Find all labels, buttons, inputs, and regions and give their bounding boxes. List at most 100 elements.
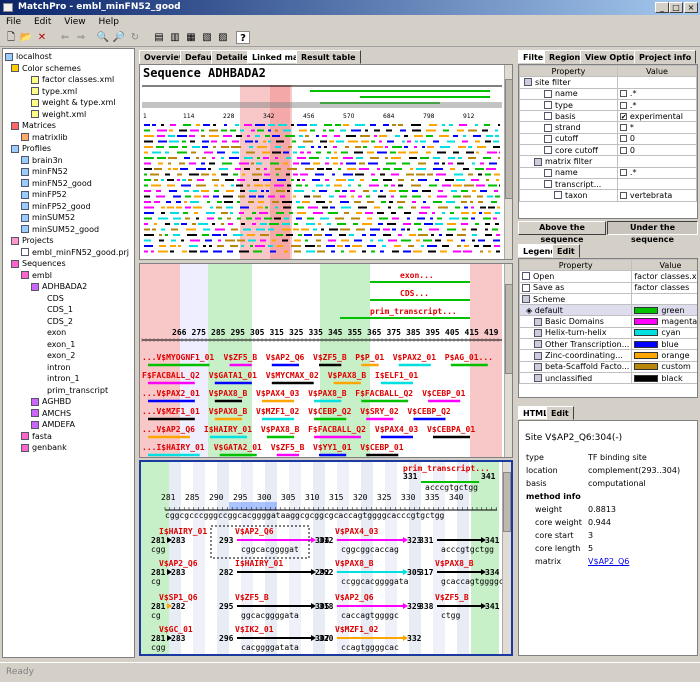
filter-row[interactable]: strand *: [519, 121, 697, 134]
overview-scrollbar[interactable]: [504, 65, 512, 259]
tree-item[interactable]: brain3n: [3, 155, 134, 167]
delete-icon[interactable]: ✕: [35, 31, 49, 44]
legend-class-row[interactable]: Basic Domains magenta: [519, 315, 697, 328]
menu-help[interactable]: Help: [98, 17, 119, 27]
tree-feature[interactable]: intron_1: [3, 373, 134, 385]
zoom-in-icon[interactable]: 🔍: [96, 31, 110, 44]
linked-scrollbar[interactable]: [504, 264, 512, 457]
scroll-thumb[interactable]: [503, 472, 511, 532]
tree-matrices[interactable]: Matrices: [3, 120, 134, 132]
filter-row[interactable]: site filter: [519, 76, 697, 89]
scroll-thumb[interactable]: [505, 79, 512, 199]
open-folder-icon[interactable]: 📂: [19, 31, 33, 44]
filter-row[interactable]: name .*: [519, 166, 697, 179]
tree-root[interactable]: localhost: [3, 51, 134, 63]
menu-view[interactable]: View: [64, 17, 85, 27]
menu-edit[interactable]: Edit: [34, 17, 51, 27]
tab-info-edit[interactable]: Edit: [546, 406, 574, 420]
tab-result-table[interactable]: Result table: [296, 50, 361, 64]
legend-class-row[interactable]: Other Transcription... blue: [519, 338, 697, 351]
filter-checkbox[interactable]: [619, 135, 627, 143]
maximize-button[interactable]: □: [669, 2, 683, 13]
filter-row[interactable]: cutoff 0: [519, 132, 697, 146]
tree-embl[interactable]: embl: [3, 270, 134, 282]
back-icon[interactable]: ⇐: [58, 31, 72, 44]
view-table-icon[interactable]: ▨: [216, 31, 230, 44]
legend-default-row[interactable]: ◈ default green: [519, 304, 697, 317]
tree-feature[interactable]: CDS_1: [3, 304, 134, 316]
tree-genbank[interactable]: genbank: [3, 442, 134, 454]
tree-item[interactable]: embl_minFN52_good.prj: [3, 247, 134, 259]
filter-row[interactable]: basis ✔ experimental: [519, 110, 697, 123]
filter-row[interactable]: name .*: [519, 87, 697, 100]
tab-legend-edit[interactable]: Edit: [552, 244, 580, 258]
view-detailed-icon[interactable]: ▦: [184, 31, 198, 44]
under-sequence-button[interactable]: Under the sequence: [607, 221, 698, 244]
filter-checkbox[interactable]: [619, 191, 627, 199]
filter-row[interactable]: taxon vertebrata: [519, 189, 697, 202]
tree-adhbada2[interactable]: ADHBADA2: [3, 281, 134, 293]
tree-file[interactable]: weight.xml: [3, 109, 134, 121]
tree-item[interactable]: minFP52: [3, 189, 134, 201]
legend-save-row[interactable]: Save as: [519, 281, 633, 294]
filter-checkbox[interactable]: [619, 90, 627, 98]
tab-project-info[interactable]: Project info: [634, 50, 697, 64]
tree-file[interactable]: type.xml: [3, 86, 134, 98]
view-default-icon[interactable]: ▥: [168, 31, 182, 44]
zoom-out-icon[interactable]: 🔎: [112, 31, 126, 44]
legend-class-row[interactable]: unclassified black: [519, 371, 697, 385]
filter-checkbox[interactable]: [619, 124, 627, 132]
tree-fasta[interactable]: fasta: [3, 431, 134, 443]
filter-row[interactable]: type .*: [519, 98, 697, 112]
tree-item[interactable]: minFN52: [3, 166, 134, 178]
scroll-thumb[interactable]: [505, 284, 512, 374]
legend-open-row[interactable]: Open: [519, 270, 633, 283]
expand-icon[interactable]: ◈: [522, 306, 535, 315]
legend-save-value[interactable]: factor classes▣: [631, 281, 697, 294]
filter-checkbox[interactable]: [619, 169, 627, 177]
tree-file[interactable]: weight & type.xml: [3, 97, 134, 109]
tree-item[interactable]: minSUM52_good: [3, 224, 134, 236]
tree-feature[interactable]: prim_transcript: [3, 385, 134, 397]
menu-file[interactable]: File: [6, 17, 21, 27]
legend-class-row[interactable]: Zinc-coordinating... orange: [519, 349, 697, 362]
tree-color-schemes[interactable]: Color schemes: [3, 63, 134, 75]
filter-row[interactable]: transcript...: [519, 177, 697, 191]
detail-scrollbar[interactable]: [502, 462, 511, 654]
filter-checkbox[interactable]: [619, 146, 627, 154]
tree-feature[interactable]: CDS_2: [3, 316, 134, 328]
view-overview-icon[interactable]: ▤: [152, 31, 166, 44]
tree-profiles[interactable]: Profiles: [3, 143, 134, 155]
tree-projects[interactable]: Projects: [3, 235, 134, 247]
legend-class-row[interactable]: beta-Scaffold Facto... custom: [519, 360, 697, 373]
filter-row[interactable]: matrix filter: [519, 155, 697, 168]
minimize-button[interactable]: _: [655, 2, 669, 13]
legend-scheme-row[interactable]: Scheme: [519, 292, 633, 306]
refresh-icon[interactable]: ↻: [128, 31, 142, 44]
tree-item[interactable]: minSUM52: [3, 212, 134, 224]
tree-sequences[interactable]: Sequences: [3, 258, 134, 270]
tree-feature[interactable]: CDS: [3, 293, 134, 305]
tree-item[interactable]: matrixlib: [3, 132, 134, 144]
view-linked-icon[interactable]: ▧: [200, 31, 214, 44]
filter-checkbox[interactable]: ✔: [619, 112, 627, 120]
legend-open-value[interactable]: factor classes.xml: [631, 270, 697, 283]
tree-feature[interactable]: exon_1: [3, 339, 134, 351]
linked-map[interactable]: exon... CDS... prim_transcript... 266 275 285…: [140, 264, 512, 457]
tree-feature[interactable]: exon_2: [3, 350, 134, 362]
legend-class-row[interactable]: Helix-turn-helix cyan: [519, 326, 697, 340]
tree-feature[interactable]: exon: [3, 327, 134, 339]
tree-sequence[interactable]: AGHBD: [3, 396, 134, 408]
tree-sequence[interactable]: AMDEFA: [3, 419, 134, 431]
new-file-icon[interactable]: 🗋: [4, 31, 18, 44]
filter-row[interactable]: core cutoff 0: [519, 144, 697, 157]
help-icon[interactable]: ?: [236, 31, 250, 44]
tree-item[interactable]: minFP52_good: [3, 201, 134, 213]
filter-checkbox[interactable]: [619, 101, 627, 109]
tree-feature[interactable]: intron: [3, 362, 134, 374]
forward-icon[interactable]: ⇒: [74, 31, 88, 44]
detail-map[interactable]: prim_transcript...331 341acccgtgctgg281 28…: [141, 462, 511, 654]
overview-map[interactable]: 1 114 228 342 456 570 684 798 912: [140, 65, 512, 259]
tree-file[interactable]: factor classes.xml: [3, 74, 134, 86]
close-button[interactable]: ×: [684, 2, 698, 13]
